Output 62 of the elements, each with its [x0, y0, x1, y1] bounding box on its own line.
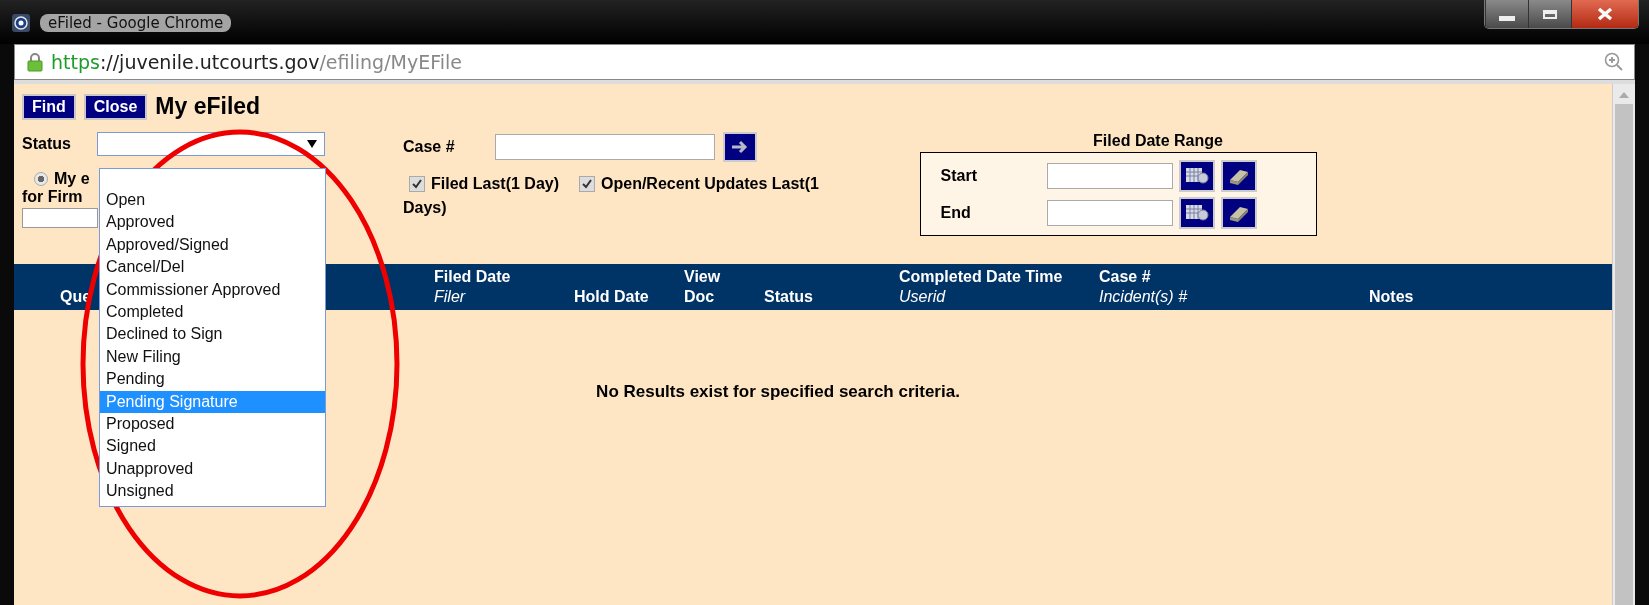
date-range-title: Filed Date Range [1093, 132, 1223, 150]
toolbar-button[interactable]: Close [83, 93, 148, 120]
radio-button[interactable] [34, 172, 48, 186]
eraser-button[interactable] [1220, 159, 1257, 192]
checkbox[interactable] [579, 175, 596, 192]
dropdown-option[interactable]: Approved/Signed [100, 233, 325, 257]
firm-input-field[interactable] [22, 208, 98, 228]
lock-icon [27, 52, 43, 72]
date-label: Start [940, 166, 978, 185]
dropdown-option[interactable]: Pending [100, 368, 325, 391]
dropdown-option[interactable]: Cancel/Del [100, 256, 325, 279]
dropdown-option[interactable]: Unsigned [100, 480, 325, 503]
caret-icon [306, 140, 317, 148]
dropdown-option[interactable]: Declined to Sign [100, 323, 325, 346]
column-header: Filed Date [434, 267, 511, 287]
scrollbar[interactable] [1612, 84, 1635, 605]
date-field[interactable] [1046, 162, 1173, 189]
page-title: My eFiled [155, 93, 261, 120]
checkbox-label: Filed Last(1 Day) [431, 174, 560, 194]
calendar-button[interactable] [1178, 159, 1215, 192]
column-header: Completed Date Time [899, 267, 1063, 287]
date-field[interactable] [1046, 199, 1173, 226]
status-label: Status [22, 135, 71, 153]
close-icon [1596, 7, 1614, 21]
radio-label: My e [54, 170, 90, 188]
eraser-button[interactable] [1220, 196, 1257, 229]
window-title: eFiled - Google Chrome [40, 14, 232, 32]
url-text: https://juvenile.utcourts.gov/efiling/MyEFile [51, 51, 462, 73]
case-number-field[interactable] [495, 134, 715, 160]
empty-message: No Results exist for specified search criteria. [596, 382, 960, 402]
column-header: Doc [684, 287, 715, 307]
toolbar-button[interactable]: Find [22, 93, 76, 120]
checkbox-label: Days) [403, 197, 448, 218]
column-header: Case # [1099, 267, 1151, 287]
column-header: Filer [434, 287, 466, 307]
dropdown-option[interactable]: Unapproved [100, 457, 325, 481]
column-header: Incident(s) # [1099, 287, 1188, 307]
checkbox[interactable] [409, 175, 425, 192]
arrow-icon [730, 139, 750, 155]
dropdown-option[interactable]: Commissioner Approved [100, 278, 325, 301]
go-button[interactable] [723, 132, 757, 162]
dropdown-option[interactable]: New Filing [100, 345, 325, 369]
date-label: End [940, 203, 972, 222]
checkbox-label: Open/Recent Updates Last(1 [601, 174, 819, 194]
dropdown-option[interactable]: Signed [100, 435, 325, 458]
case-number-label: Case # [403, 138, 456, 156]
zoom-icon[interactable] [1604, 52, 1624, 72]
close-button[interactable] [1571, 0, 1638, 28]
minimize-button[interactable] [1485, 0, 1528, 28]
column-header: Status [764, 287, 813, 307]
column-header: Notes [1369, 287, 1414, 307]
maximize-button[interactable] [1528, 0, 1571, 28]
dropdown-option[interactable]: Proposed [100, 412, 325, 436]
dropdown-option[interactable]: Completed [100, 300, 325, 324]
calendar-button[interactable] [1178, 196, 1215, 229]
column-header: Hold Date [574, 287, 649, 307]
address-bar[interactable]: https://juvenile.utcourts.gov/efiling/MyEFile [14, 44, 1635, 80]
column-header: Userid [899, 287, 946, 307]
firm-label: for Firm [22, 188, 83, 206]
dropdown-option[interactable]: Open [100, 189, 325, 212]
dropdown-option[interactable]: Approved [100, 211, 325, 234]
column-header: View [684, 267, 721, 287]
